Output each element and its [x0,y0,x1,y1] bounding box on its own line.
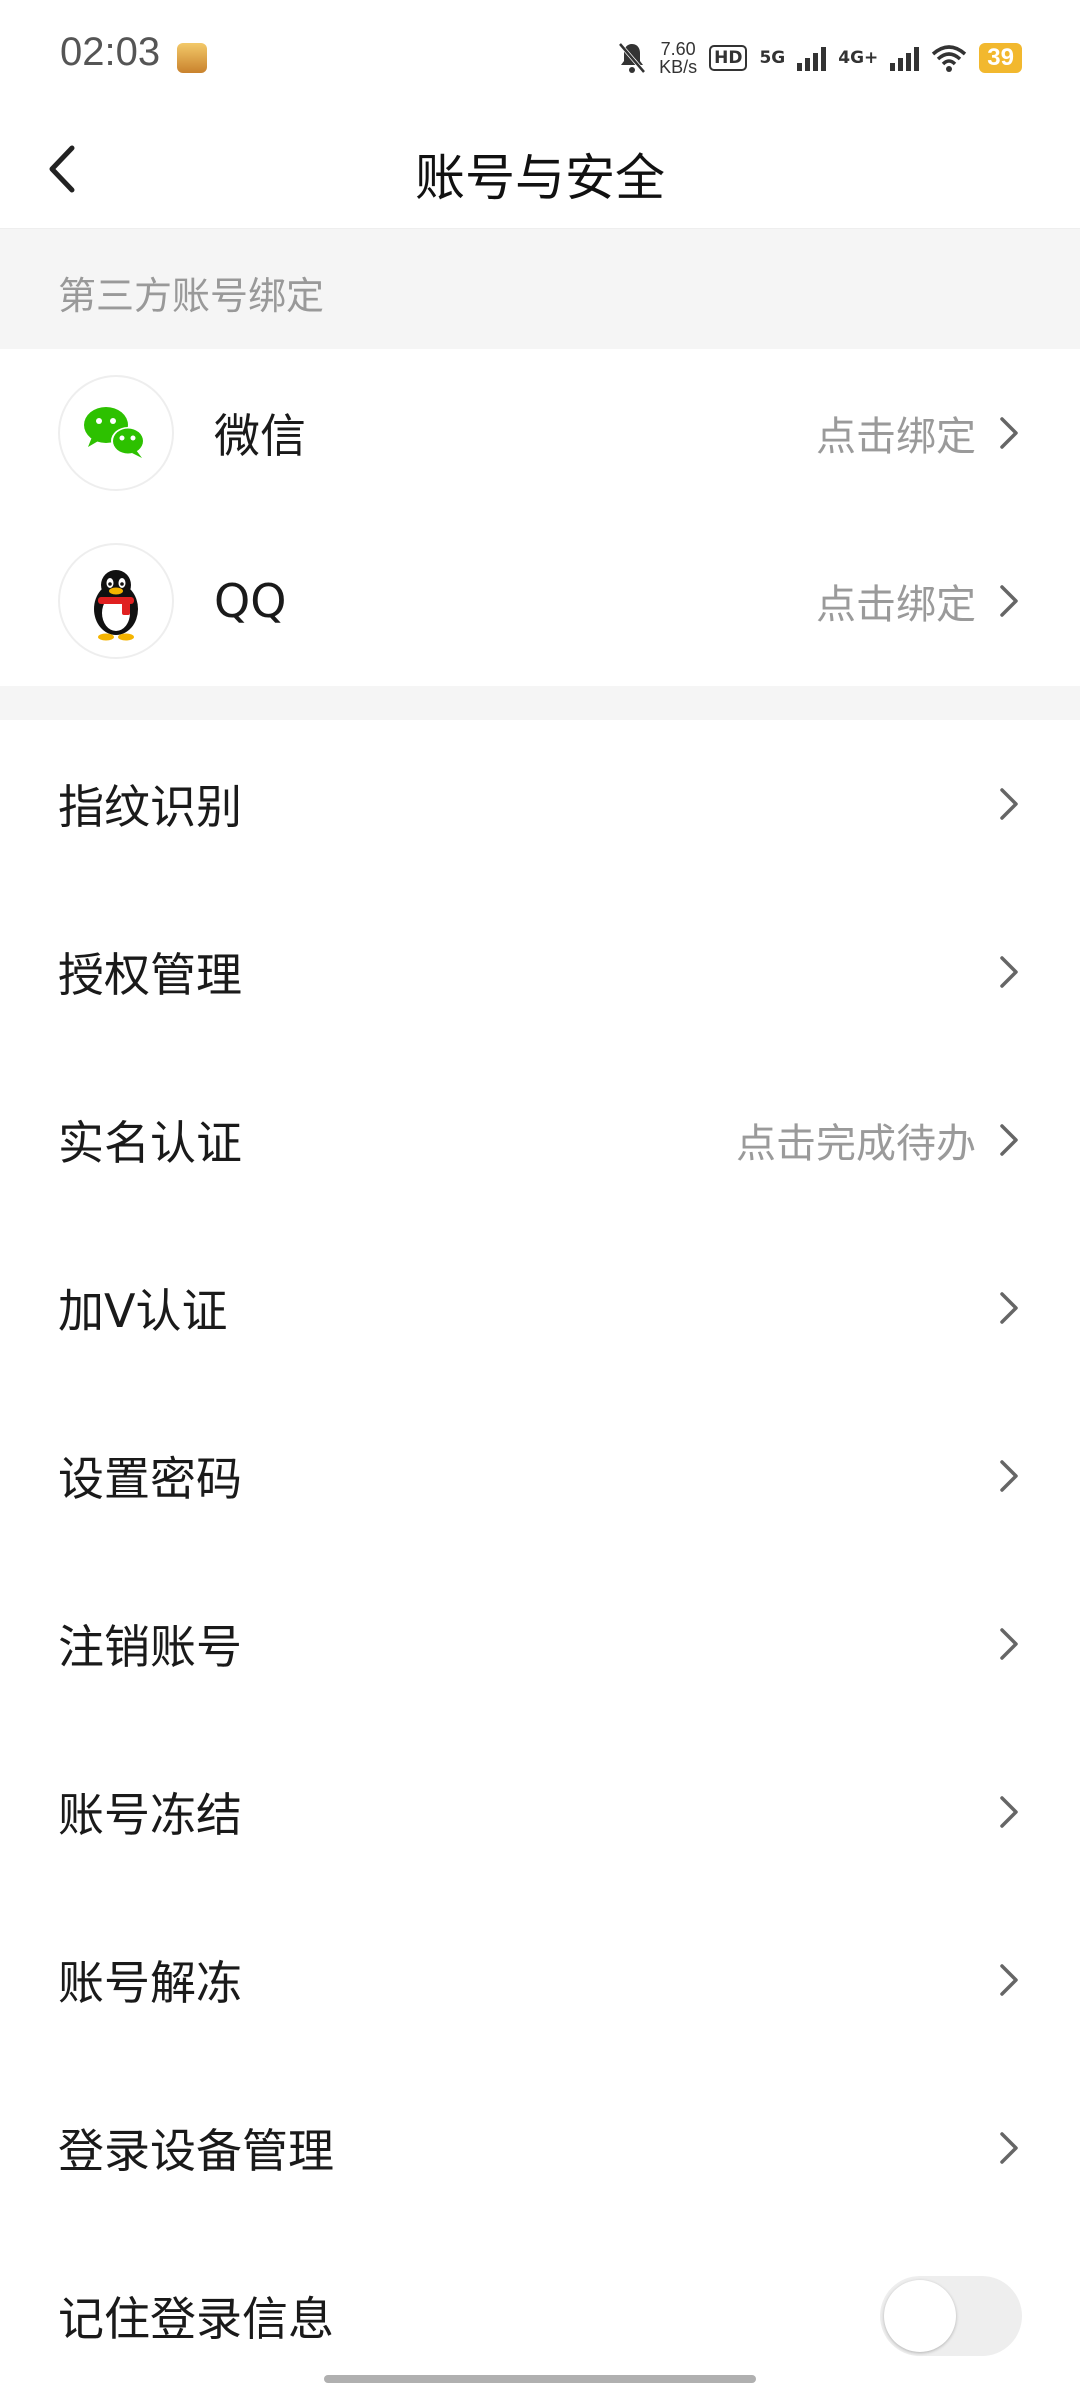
settings-row-label: 账号冻结 [58,1788,242,1842]
settings-row-label: 指纹识别 [58,780,242,834]
network-4g-label: 4G+ [838,48,879,68]
settings-row-label: 账号解冻 [58,1956,242,2010]
settings-row-real-name[interactable]: 实名认证 点击完成待办 [0,1056,1080,1224]
app-notification-icon [177,43,207,73]
account-name-wechat: 微信 [214,409,306,463]
settings-row-label: 记住登录信息 [58,2292,334,2346]
mute-bell-icon [618,42,646,74]
chevron-right-icon [1000,1460,1018,1492]
chevron-right-icon [1000,1124,1018,1156]
settings-row-value: 点击完成待办 [736,1121,976,1167]
chevron-right-icon [1000,956,1018,988]
section-title: 第三方账号绑定 [58,274,325,318]
settings-row-unfreeze-account[interactable]: 账号解冻 [0,1896,1080,2064]
nav-header: 账号与安全 [0,110,1080,229]
settings-row-v-verification[interactable]: 加V认证 [0,1224,1080,1392]
signal-bars-icon [797,45,827,71]
battery-indicator: 39 [979,43,1022,73]
hd-badge: HD [709,45,748,71]
network-5g-label: 5G [759,48,786,68]
account-row-wechat[interactable]: 微信 点击绑定 [0,349,1080,517]
bind-action-wechat: 点击绑定 [816,414,976,460]
status-time: 02:03 [60,30,161,74]
chevron-right-icon [1000,1964,1018,1996]
settings-row-fingerprint[interactable]: 指纹识别 [0,720,1080,888]
settings-row-authorization[interactable]: 授权管理 [0,888,1080,1056]
settings-row-label: 加V认证 [58,1284,228,1338]
account-name-qq: QQ [214,574,287,628]
settings-row-label: 登录设备管理 [58,2124,334,2178]
chevron-right-icon [1000,788,1018,820]
settings-row-freeze-account[interactable]: 账号冻结 [0,1728,1080,1896]
network-speed-value: 7.60 [660,39,696,59]
qq-penguin-icon [94,570,138,641]
account-row-qq[interactable]: QQ 点击绑定 [0,517,1080,685]
settings-row-label: 实名认证 [58,1116,242,1170]
settings-row-label: 授权管理 [58,948,242,1002]
network-speed: 7.60 KB/s [659,40,697,76]
status-bar: 02:03 7.60 KB/s HD 5G 4G+ 39 [0,0,1080,110]
wifi-icon [932,45,967,72]
home-indicator[interactable] [324,2375,756,2383]
signal-bars-icon-2 [890,45,920,71]
qq-avatar [58,543,174,659]
wechat-icon [84,407,145,458]
section-header-third-party: 第三方账号绑定 [0,229,1080,349]
chevron-right-icon [1000,585,1018,617]
chevron-right-icon [1000,1628,1018,1660]
settings-row-label: 注销账号 [58,1620,242,1674]
chevron-right-icon [1000,1292,1018,1324]
settings-row-label: 设置密码 [58,1452,242,1506]
wechat-avatar [58,375,174,491]
chevron-right-icon [1000,417,1018,449]
network-speed-unit: KB/s [659,57,698,77]
settings-row-set-password[interactable]: 设置密码 [0,1392,1080,1560]
section-divider [0,686,1080,720]
status-icons: 7.60 KB/s HD 5G 4G+ 39 [617,36,1022,80]
bind-action-qq: 点击绑定 [816,582,976,628]
toggle-knob [884,2280,956,2352]
chevron-right-icon [1000,2132,1018,2164]
remember-login-toggle[interactable] [880,2276,1022,2356]
settings-row-device-management[interactable]: 登录设备管理 [0,2064,1080,2232]
page-title: 账号与安全 [415,149,665,207]
settings-row-delete-account[interactable]: 注销账号 [0,1560,1080,1728]
chevron-right-icon [1000,1796,1018,1828]
